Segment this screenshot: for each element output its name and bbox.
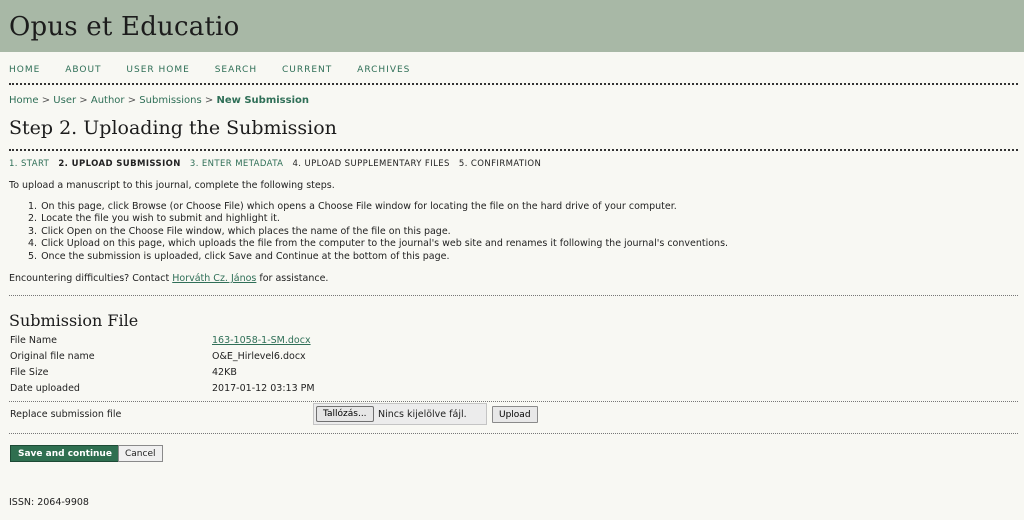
section-divider [9,295,1018,296]
breadcrumb-user[interactable]: User [53,95,76,106]
instruction-list: 1. On this page, click Browse (or Choose … [28,201,728,263]
instruction-text: Click Open on the Choose File window, wh… [41,225,451,237]
title-divider [9,149,1018,151]
instruction-number: 5. [28,250,38,262]
issn-text: ISSN: 2064-9908 [9,497,89,508]
nav-current[interactable]: CURRENT [282,65,332,75]
instruction-item: 2. Locate the file you wish to submit and… [28,213,728,225]
no-file-selected-text: Nincs kijelölve fájl. [378,409,467,420]
step-confirmation: 5. CONFIRMATION [458,159,542,169]
nav-user-home[interactable]: USER HOME [126,65,189,75]
difficulty-prefix: Encountering difficulties? Contact [9,273,173,284]
breadcrumb-separator: > [204,95,214,106]
instruction-text: Locate the file you wish to submit and h… [41,213,280,225]
file-name-label: File Name [10,335,57,346]
instruction-item: 4. Click Upload on this page, which uploa… [28,238,728,250]
cancel-button[interactable]: Cancel [118,445,163,462]
site-title[interactable]: Opus et Educatio [9,12,239,42]
nav-home[interactable]: HOME [9,65,40,75]
instruction-item: 1. On this page, click Browse (or Choose … [28,201,728,213]
main-navigation: HOME ABOUT USER HOME SEARCH CURRENT ARCH… [9,65,431,77]
replace-divider-bottom [9,433,1018,434]
save-and-continue-button[interactable]: Save and continue [10,445,120,462]
browse-button[interactable]: Tallózás... [316,406,374,422]
submission-steps: 1. START 2. UPLOAD SUBMISSION 3. ENTER M… [9,159,547,169]
site-header: Opus et Educatio [0,0,1024,52]
step-upload-submission: 2. UPLOAD SUBMISSION [58,159,181,169]
file-size-label: File Size [10,367,49,378]
instruction-text: On this page, click Browse (or Choose Fi… [41,201,677,212]
breadcrumb-separator: > [79,95,88,106]
date-uploaded-label: Date uploaded [10,383,80,394]
original-file-name-label: Original file name [10,351,95,362]
instruction-number: 4. [28,238,38,250]
breadcrumb-author[interactable]: Author [91,95,125,106]
instruction-item: 5. Once the submission is uploaded, click… [28,251,728,263]
intro-text: To upload a manuscript to this journal, … [9,180,335,191]
instruction-item: 3. Click Open on the Choose File window, … [28,226,728,238]
breadcrumb-separator: > [127,95,137,106]
contact-link[interactable]: Horváth Cz. János [172,273,256,284]
nav-about[interactable]: ABOUT [65,65,101,75]
file-name-link[interactable]: 163-1058-1-SM.docx [212,335,311,346]
step-start[interactable]: 1. START [9,159,49,169]
upload-button[interactable]: Upload [492,406,538,423]
breadcrumb-submissions[interactable]: Submissions [139,95,201,106]
breadcrumb: Home > User > Author > Submissions > New… [9,95,309,106]
difficulty-note: Encountering difficulties? Contact Horvá… [9,273,328,284]
file-size-value: 42KB [212,367,237,378]
date-uploaded-value: 2017-01-12 03:13 PM [212,383,315,394]
submission-file-heading: Submission File [9,311,139,330]
breadcrumb-separator: > [41,95,51,106]
breadcrumb-current[interactable]: New Submission [216,95,309,106]
instruction-text: Once the submission is uploaded, click S… [41,250,450,262]
replace-divider-top [9,401,1018,402]
breadcrumb-home[interactable]: Home [9,95,39,106]
instruction-number: 1. [28,201,38,212]
nav-archives[interactable]: ARCHIVES [357,65,410,75]
step-enter-metadata[interactable]: 3. ENTER METADATA [190,159,283,169]
instruction-number: 2. [28,213,38,225]
instruction-number: 3. [28,225,38,237]
file-input[interactable]: Tallózás... Nincs kijelölve fájl. [313,403,487,425]
page-title: Step 2. Uploading the Submission [9,117,337,139]
nav-search[interactable]: SEARCH [215,65,257,75]
step-upload-supplementary: 4. UPLOAD SUPPLEMENTARY FILES [292,159,450,169]
instruction-text: Click Upload on this page, which uploads… [41,238,729,250]
nav-divider [9,83,1018,85]
replace-file-label: Replace submission file [10,409,122,420]
difficulty-suffix: for assistance. [256,273,329,284]
original-file-name-value: O&E_Hirlevel6.docx [212,351,306,362]
